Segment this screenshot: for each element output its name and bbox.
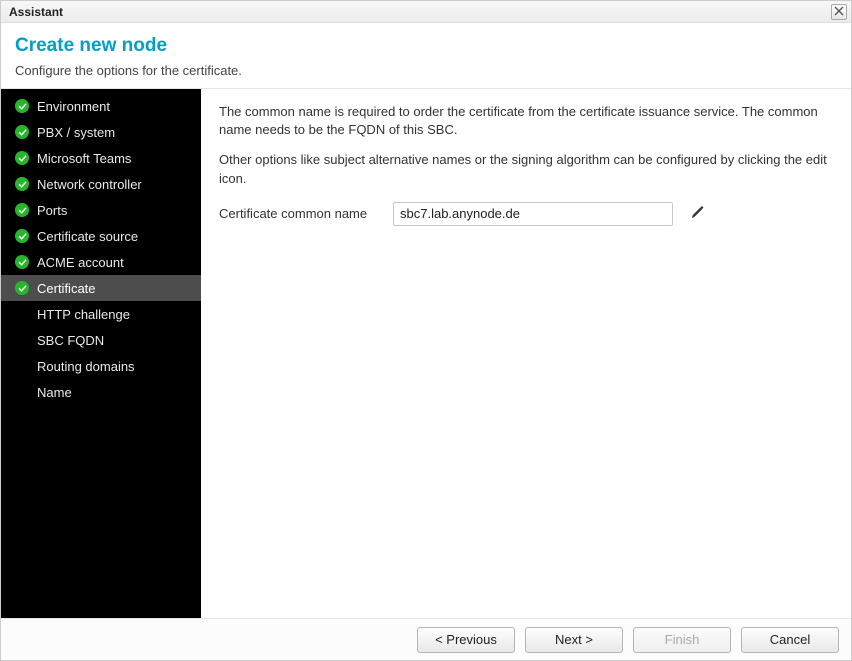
- previous-button[interactable]: < Previous: [417, 627, 515, 653]
- titlebar: Assistant: [1, 1, 851, 23]
- sidebar-item-label: Certificate: [37, 281, 96, 296]
- info-paragraph-2: Other options like subject alternative n…: [219, 151, 833, 187]
- wizard-body: Environment PBX / system Microsoft Teams Ne…: [1, 89, 851, 618]
- sidebar-item-certificate-source[interactable]: Certificate source: [1, 223, 201, 249]
- page-title: Create new node: [15, 35, 837, 57]
- close-icon: [834, 5, 844, 19]
- sidebar-item-label: HTTP challenge: [37, 307, 130, 322]
- wizard-footer: < Previous Next > Finish Cancel: [1, 618, 851, 660]
- certificate-common-name-label: Certificate common name: [219, 206, 379, 221]
- sidebar-item-acme-account[interactable]: ACME account: [1, 249, 201, 275]
- wizard-content: The common name is required to order the…: [201, 89, 851, 618]
- sidebar-item-label: Network controller: [37, 177, 142, 192]
- step-bullet-icon: [15, 385, 29, 399]
- sidebar-item-environment[interactable]: Environment: [1, 93, 201, 119]
- sidebar-item-certificate[interactable]: Certificate: [1, 275, 201, 301]
- cancel-button[interactable]: Cancel: [741, 627, 839, 653]
- sidebar-item-microsoft-teams[interactable]: Microsoft Teams: [1, 145, 201, 171]
- window-title: Assistant: [9, 5, 63, 19]
- check-circle-icon: [15, 177, 29, 191]
- sidebar-item-http-challenge[interactable]: HTTP challenge: [1, 301, 201, 327]
- sidebar-item-name[interactable]: Name: [1, 379, 201, 405]
- sidebar-item-sbc-fqdn[interactable]: SBC FQDN: [1, 327, 201, 353]
- sidebar-item-routing-domains[interactable]: Routing domains: [1, 353, 201, 379]
- check-circle-icon: [15, 281, 29, 295]
- finish-button: Finish: [633, 627, 731, 653]
- sidebar-item-network-controller[interactable]: Network controller: [1, 171, 201, 197]
- sidebar-item-label: Environment: [37, 99, 110, 114]
- check-circle-icon: [15, 255, 29, 269]
- wizard-header: Create new node Configure the options fo…: [1, 23, 851, 89]
- sidebar-item-label: PBX / system: [37, 125, 115, 140]
- sidebar-item-ports[interactable]: Ports: [1, 197, 201, 223]
- assistant-dialog: Assistant Create new node Configure the …: [0, 0, 852, 661]
- pencil-icon: [691, 205, 705, 222]
- step-bullet-icon: [15, 359, 29, 373]
- sidebar-item-label: ACME account: [37, 255, 124, 270]
- next-button[interactable]: Next >: [525, 627, 623, 653]
- certificate-common-name-row: Certificate common name: [219, 202, 833, 226]
- sidebar-item-label: Routing domains: [37, 359, 135, 374]
- step-bullet-icon: [15, 307, 29, 321]
- wizard-sidebar: Environment PBX / system Microsoft Teams Ne…: [1, 89, 201, 618]
- sidebar-item-label: Ports: [37, 203, 67, 218]
- sidebar-item-pbx-system[interactable]: PBX / system: [1, 119, 201, 145]
- check-circle-icon: [15, 125, 29, 139]
- step-bullet-icon: [15, 333, 29, 347]
- sidebar-item-label: SBC FQDN: [37, 333, 104, 348]
- certificate-common-name-input[interactable]: [393, 202, 673, 226]
- page-subtitle: Configure the options for the certificat…: [15, 63, 837, 78]
- sidebar-item-label: Name: [37, 385, 72, 400]
- check-circle-icon: [15, 99, 29, 113]
- close-button[interactable]: [831, 4, 847, 20]
- sidebar-item-label: Microsoft Teams: [37, 151, 131, 166]
- check-circle-icon: [15, 203, 29, 217]
- info-paragraph-1: The common name is required to order the…: [219, 103, 833, 139]
- sidebar-item-label: Certificate source: [37, 229, 138, 244]
- check-circle-icon: [15, 229, 29, 243]
- check-circle-icon: [15, 151, 29, 165]
- edit-certificate-button[interactable]: [687, 203, 709, 225]
